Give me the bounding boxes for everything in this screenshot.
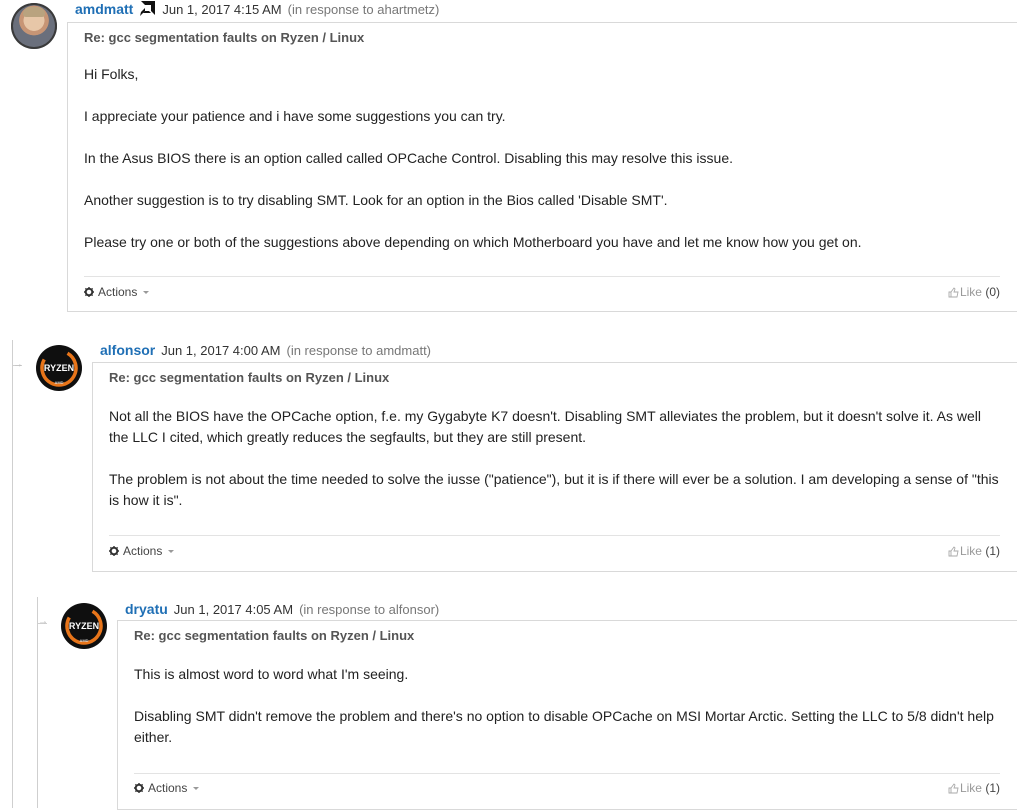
like-button[interactable]: Like (1)	[948, 544, 1000, 558]
chevron-down-icon	[168, 550, 175, 553]
post-date: Jun 1, 2017 4:15 AM	[162, 2, 282, 17]
post-box: Re: gcc segmentation faults on Ryzen / L…	[117, 620, 1017, 810]
post-subject[interactable]: Re: gcc segmentation faults on Ryzen / L…	[109, 370, 389, 385]
avatar[interactable]	[11, 3, 57, 49]
actions-label: Actions	[148, 781, 188, 795]
chevron-down-icon	[143, 291, 150, 294]
paragraph: In the Asus BIOS there is an option call…	[84, 150, 733, 166]
divider	[84, 276, 1000, 277]
post-date: Jun 1, 2017 4:05 AM	[173, 602, 294, 617]
paragraph: The problem is not about the time needed…	[109, 471, 999, 508]
avatar[interactable]: RYZEN AMD	[61, 603, 107, 649]
post-alfonsor: → RYZEN AMD alfonsor Jun 1, 2017 4:00 AM (…	[0, 340, 1017, 572]
ryzen-word: RYZEN	[69, 621, 99, 631]
paragraph: This is almost word to word what I'm see…	[134, 666, 409, 682]
like-count: (1)	[985, 544, 1000, 558]
gear-icon	[84, 287, 94, 297]
post-amdmatt: amdmatt Jun 1, 2017 4:15 AM (in response t…	[0, 0, 1017, 312]
like-button[interactable]: Like (1)	[948, 781, 1000, 795]
post-box: Re: gcc segmentation faults on Ryzen / L…	[92, 362, 1017, 572]
divider	[134, 773, 1000, 774]
post-body: Not all the BIOS have the OPCache option…	[109, 406, 1000, 511]
amd-staff-icon	[139, 0, 156, 20]
post-body: This is almost word to word what I'm see…	[134, 664, 1000, 748]
ryzen-sub: AMD	[79, 638, 88, 643]
post-dryatu: → RYZEN AMD dryatu Jun 1, 2017 4:05 AM (in…	[0, 597, 1017, 810]
paragraph: Please try one or both of the suggestion…	[84, 234, 862, 250]
post-subject[interactable]: Re: gcc segmentation faults on Ryzen / L…	[134, 628, 414, 643]
actions-menu[interactable]: Actions	[109, 544, 175, 558]
paragraph: I appreciate your patience and i have so…	[84, 108, 506, 124]
reply-arrow-icon: →	[38, 616, 48, 627]
post-meta: alfonsor Jun 1, 2017 4:00 AM (in response …	[100, 342, 431, 358]
gear-icon	[109, 546, 119, 556]
actions-label: Actions	[123, 544, 163, 558]
divider	[109, 535, 1000, 536]
post-meta: dryatu Jun 1, 2017 4:05 AM (in response to…	[125, 601, 439, 617]
paragraph: Hi Folks,	[84, 66, 139, 82]
post-body: Hi Folks, I appreciate your patience and…	[84, 64, 1000, 253]
thumbs-up-icon	[948, 546, 959, 557]
post-date: Jun 1, 2017 4:00 AM	[161, 343, 281, 358]
ryzen-logo-icon: RYZEN AMD	[40, 349, 78, 387]
in-response-link[interactable]: (in response to ahartmetz)	[288, 2, 440, 17]
author-link[interactable]: dryatu	[125, 601, 168, 617]
post-meta: amdmatt Jun 1, 2017 4:15 AM (in response t…	[75, 0, 439, 20]
like-label: Like	[959, 285, 982, 299]
reply-arrow-icon: →	[13, 359, 23, 370]
paragraph: Another suggestion is to try disabling S…	[84, 192, 668, 208]
author-link[interactable]: amdmatt	[75, 1, 133, 17]
in-response-link[interactable]: (in response to amdmatt)	[287, 343, 432, 358]
thumbs-up-icon	[948, 287, 959, 298]
author-link[interactable]: alfonsor	[100, 342, 155, 358]
in-response-link[interactable]: (in response to alfonsor)	[299, 602, 439, 617]
thumbs-up-icon	[948, 783, 959, 794]
post-box: Re: gcc segmentation faults on Ryzen / L…	[67, 22, 1017, 312]
ryzen-logo-icon: RYZEN AMD	[65, 607, 103, 645]
chevron-down-icon	[193, 787, 200, 790]
like-count: (0)	[985, 285, 1000, 299]
like-count: (1)	[985, 781, 1000, 795]
like-label: Like	[959, 544, 982, 558]
post-subject[interactable]: Re: gcc segmentation faults on Ryzen / L…	[84, 30, 364, 45]
avatar[interactable]: RYZEN AMD	[36, 345, 82, 391]
gear-icon	[134, 783, 144, 793]
ryzen-word: RYZEN	[44, 363, 74, 373]
actions-menu[interactable]: Actions	[134, 781, 200, 795]
like-button[interactable]: Like (0)	[948, 285, 1000, 299]
paragraph: Not all the BIOS have the OPCache option…	[109, 408, 981, 445]
like-label: Like	[959, 781, 982, 795]
actions-menu[interactable]: Actions	[84, 285, 150, 299]
paragraph: Disabling SMT didn't remove the problem …	[134, 708, 994, 745]
ryzen-sub: AMD	[54, 380, 63, 385]
actions-label: Actions	[98, 285, 138, 299]
